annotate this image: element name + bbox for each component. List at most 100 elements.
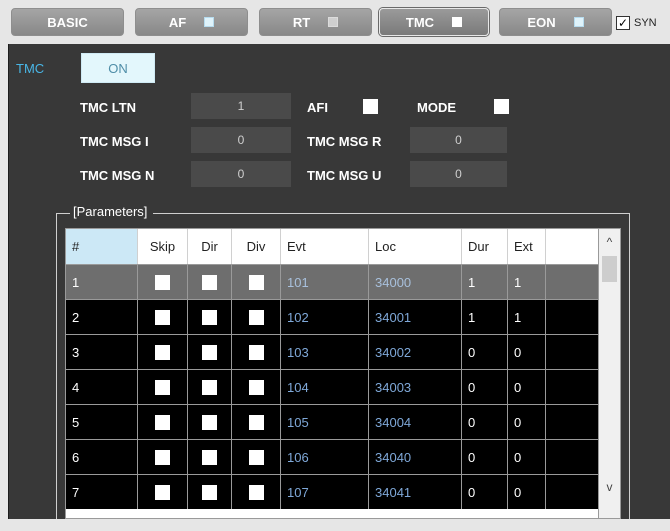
column-header-div[interactable]: Div [232,229,281,264]
ext-cell[interactable]: 0 [508,370,546,404]
skip-checkbox[interactable] [155,449,170,465]
div-checkbox[interactable] [248,344,264,360]
tab-basic-label: BASIC [47,14,88,30]
tmc-ltn-label: TMC LTN [80,100,137,115]
table-scrollbar[interactable]: ^ v [599,228,621,519]
tmc-msg-r-field[interactable]: 0 [410,127,507,153]
div-checkbox[interactable] [248,379,264,395]
loc-cell[interactable]: 34002 [369,335,462,369]
evt-cell[interactable]: 101 [281,265,369,299]
skip-cell [138,405,188,439]
evt-cell[interactable]: 104 [281,370,369,404]
evt-cell[interactable]: 102 [281,300,369,334]
tab-af[interactable]: AF [135,8,248,36]
div-checkbox[interactable] [248,484,264,500]
skip-checkbox[interactable] [155,484,170,500]
scroll-thumb[interactable] [602,256,617,282]
tab-rt[interactable]: RT [259,8,372,36]
skip-checkbox[interactable] [155,379,170,395]
loc-cell[interactable]: 34001 [369,300,462,334]
dur-cell[interactable]: 0 [462,335,508,369]
skip-checkbox[interactable] [155,274,170,290]
evt-cell[interactable]: 103 [281,335,369,369]
column-header-skip[interactable]: Skip [138,229,188,264]
afi-checkbox[interactable] [363,99,378,114]
row-number: 1 [66,265,138,299]
table-row[interactable]: 1 101 34000 1 1 [66,264,598,299]
div-checkbox[interactable] [248,274,264,290]
ext-cell[interactable]: 0 [508,440,546,474]
table-row[interactable]: 3 103 34002 0 0 [66,334,598,369]
dur-cell[interactable]: 0 [462,475,508,509]
div-checkbox[interactable] [248,309,264,325]
column-header-evt[interactable]: Evt [281,229,369,264]
skip-checkbox[interactable] [155,309,170,325]
tmc-msg-i-field[interactable]: 0 [191,127,291,153]
column-header-number[interactable]: # [66,229,138,264]
sync-checkbox[interactable]: ✓ [616,16,630,30]
div-cell [232,440,281,474]
skip-checkbox[interactable] [155,344,170,360]
dir-checkbox[interactable] [202,414,217,430]
dir-checkbox[interactable] [202,344,217,360]
div-checkbox[interactable] [248,414,264,430]
loc-cell[interactable]: 34004 [369,405,462,439]
row-number: 5 [66,405,138,439]
evt-cell[interactable]: 105 [281,405,369,439]
eon-indicator-icon [573,17,584,27]
dir-cell [188,335,232,369]
evt-cell[interactable]: 106 [281,440,369,474]
dir-checkbox[interactable] [202,309,217,325]
dur-cell[interactable]: 1 [462,300,508,334]
ext-cell[interactable]: 1 [508,300,546,334]
dir-cell [188,475,232,509]
evt-cell[interactable]: 107 [281,475,369,509]
tmc-ltn-field[interactable]: 1 [191,93,291,119]
ext-cell[interactable]: 0 [508,335,546,369]
tmc-msg-n-label: TMC MSG N [80,168,155,183]
column-header-dir[interactable]: Dir [188,229,232,264]
skip-checkbox[interactable] [155,414,170,430]
ext-cell[interactable]: 0 [508,475,546,509]
dir-checkbox[interactable] [202,274,217,290]
dur-cell[interactable]: 0 [462,405,508,439]
loc-cell[interactable]: 34041 [369,475,462,509]
dir-checkbox[interactable] [202,379,217,395]
dur-cell[interactable]: 1 [462,265,508,299]
table-row[interactable]: 5 105 34004 0 0 [66,404,598,439]
row-number: 6 [66,440,138,474]
sync-toggle[interactable]: ✓ SYN [616,16,657,30]
table-row[interactable]: 4 104 34003 0 0 [66,369,598,404]
mode-checkbox[interactable] [494,99,509,114]
div-cell [232,405,281,439]
skip-cell [138,265,188,299]
dir-checkbox[interactable] [202,449,217,465]
div-checkbox[interactable] [248,449,264,465]
rt-indicator-icon [328,17,339,27]
table-row[interactable]: 7 107 34041 0 0 [66,474,598,509]
column-header-dur[interactable]: Dur [462,229,508,264]
ext-cell[interactable]: 0 [508,405,546,439]
tab-basic[interactable]: BASIC [11,8,124,36]
ext-cell[interactable]: 1 [508,265,546,299]
dur-cell[interactable]: 0 [462,440,508,474]
column-header-loc[interactable]: Loc [369,229,462,264]
tmc-msg-n-field[interactable]: 0 [191,161,291,187]
tmc-msg-u-field[interactable]: 0 [410,161,507,187]
scroll-down-icon[interactable]: v [599,476,620,498]
loc-cell[interactable]: 34003 [369,370,462,404]
row-number: 7 [66,475,138,509]
dur-cell[interactable]: 0 [462,370,508,404]
table-row[interactable]: 2 102 34001 1 1 [66,299,598,334]
table-row[interactable]: 6 106 34040 0 0 [66,439,598,474]
parameters-table: # Skip Dir Div Evt Loc Dur Ext 1 101 34000… [65,228,599,519]
loc-cell[interactable]: 34000 [369,265,462,299]
loc-cell[interactable]: 34040 [369,440,462,474]
tab-tmc[interactable]: TMC [379,8,489,36]
tab-eon[interactable]: EON [499,8,612,36]
dir-checkbox[interactable] [202,484,217,500]
tmc-on-button[interactable]: ON [81,53,155,83]
column-header-ext[interactable]: Ext [508,229,546,264]
tab-af-label: AF [168,14,187,30]
scroll-up-icon[interactable]: ^ [599,231,620,253]
